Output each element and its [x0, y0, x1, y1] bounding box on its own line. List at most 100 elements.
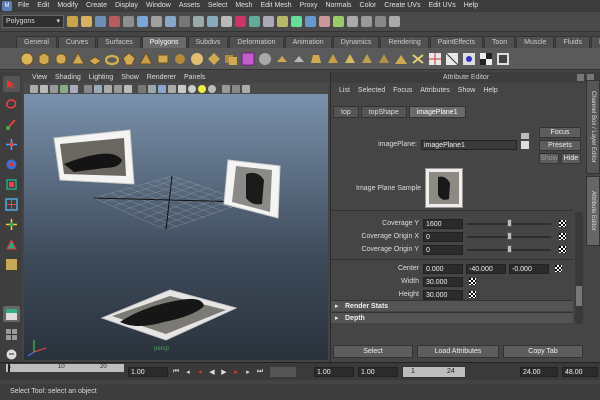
attribute-scrollbar[interactable]: [575, 212, 583, 324]
menu-help[interactable]: Help: [460, 0, 482, 12]
step-back-key-icon[interactable]: ◂: [184, 368, 192, 376]
field-chart-icon[interactable]: [124, 84, 132, 93]
width-field[interactable]: 30.000: [423, 277, 463, 287]
coverage-origin-x-field[interactable]: 0: [423, 232, 463, 242]
isolate-select-icon[interactable]: [222, 84, 230, 93]
shadows-icon[interactable]: [208, 84, 216, 93]
ae-menu-list[interactable]: List: [335, 87, 354, 94]
play-forwards-icon[interactable]: ▶: [220, 368, 228, 376]
menu-proxy[interactable]: Proxy: [296, 0, 322, 12]
layout-four-pane-icon[interactable]: [3, 326, 20, 342]
poly-bridge-icon[interactable]: [292, 52, 306, 66]
image-plane-top[interactable]: [100, 289, 238, 341]
coverage-origin-y-field[interactable]: 0: [423, 245, 463, 255]
poly-platonic-icon[interactable]: [207, 52, 221, 66]
shelf-tab-fur[interactable]: Fur: [591, 36, 600, 48]
step-back-frame-icon[interactable]: ◂: [196, 368, 204, 376]
textured-icon[interactable]: [178, 84, 186, 93]
paint-select-tool-icon[interactable]: [3, 116, 20, 132]
menu-edit-mesh[interactable]: Edit Mesh: [256, 0, 295, 12]
poly-combine-icon[interactable]: [224, 52, 238, 66]
coverage-origin-x-map-icon[interactable]: [559, 233, 566, 240]
go-to-end-icon[interactable]: ⏭: [256, 368, 264, 376]
shelf-tab-toon[interactable]: Toon: [483, 36, 516, 48]
universal-manipulator-icon[interactable]: [3, 196, 20, 212]
viewport-menu-shading[interactable]: Shading: [51, 74, 85, 81]
default-light-icon[interactable]: [198, 84, 206, 93]
camera-attributes-icon[interactable]: [40, 84, 48, 93]
menu-file[interactable]: File: [14, 0, 33, 12]
width-map-icon[interactable]: [469, 278, 476, 285]
menu-edit-uvs[interactable]: Edit UVs: [424, 0, 459, 12]
wireframe-on-shaded-icon[interactable]: [158, 84, 166, 93]
shelf-tab-dynamics[interactable]: Dynamics: [332, 36, 380, 48]
viewport-menu-lighting[interactable]: Lighting: [85, 74, 118, 81]
float-panel-icon[interactable]: [577, 74, 584, 81]
coverage-origin-y-map-icon[interactable]: [559, 246, 566, 253]
center-map-icon[interactable]: [555, 265, 562, 272]
show-button[interactable]: Show: [539, 153, 559, 164]
menu-modify[interactable]: Modify: [53, 0, 82, 12]
pick-mask-icon[interactable]: [165, 16, 176, 27]
ipr-render-icon[interactable]: [305, 16, 316, 27]
range-slider[interactable]: 1 24: [402, 366, 466, 378]
section-render-stats[interactable]: Render Stats: [331, 300, 573, 312]
poly-cylinder-icon[interactable]: [54, 52, 68, 66]
input-line-icon[interactable]: [347, 16, 358, 27]
poly-wedge-icon[interactable]: [394, 52, 408, 66]
edge-mask-icon[interactable]: [193, 16, 204, 27]
resolution-gate-icon[interactable]: [104, 84, 112, 93]
use-all-lights-icon[interactable]: [188, 84, 196, 93]
height-map-icon[interactable]: [469, 291, 476, 298]
tab-imageplane1[interactable]: imagePlane1: [408, 106, 466, 118]
menu-set-dropdown[interactable]: Polygons: [2, 15, 64, 28]
film-gate-icon[interactable]: [94, 84, 102, 93]
scale-tool-icon[interactable]: [3, 176, 20, 192]
menu-assets[interactable]: Assets: [175, 0, 204, 12]
snap-point-icon[interactable]: [249, 16, 260, 27]
poly-prism-icon[interactable]: [122, 51, 136, 66]
menu-create[interactable]: Create: [82, 0, 111, 12]
viewport-menu-renderer[interactable]: Renderer: [143, 74, 180, 81]
history-icon[interactable]: [277, 16, 288, 27]
poly-checker-icon[interactable]: [479, 52, 493, 66]
time-slider[interactable]: 1 10 20 1.00 ⏮ ◂ ◂ ◀ ▶ ▸ ▸ ⏭ 1.00 1.00 1…: [0, 362, 600, 380]
select-tool-icon[interactable]: [2, 76, 20, 92]
grid-icon[interactable]: [84, 84, 92, 93]
image-plane-icon[interactable]: [60, 84, 68, 93]
poly-paint-icon[interactable]: [462, 52, 476, 66]
poly-merge-icon[interactable]: [377, 52, 391, 66]
poly-helix-icon[interactable]: [173, 52, 187, 66]
poly-soccer-ball-icon[interactable]: [190, 52, 204, 66]
poly-cone-icon[interactable]: [71, 51, 85, 66]
select-object-icon[interactable]: [123, 16, 134, 27]
soft-modification-tool-icon[interactable]: [3, 216, 20, 232]
attribute-editor-tab[interactable]: Attribute Editor: [586, 176, 600, 246]
coverage-origin-y-slider-knob[interactable]: [507, 245, 512, 253]
go-to-output-icon[interactable]: [521, 133, 529, 139]
xray-icon[interactable]: [168, 84, 176, 93]
poly-torus-icon[interactable]: [105, 52, 119, 66]
vertex-mask-icon[interactable]: [179, 16, 190, 27]
ae-menu-selected[interactable]: Selected: [354, 87, 389, 94]
menu-create-uvs[interactable]: Create UVs: [380, 0, 424, 12]
last-tool-icon[interactable]: [3, 256, 20, 272]
poly-smooth-icon[interactable]: [258, 52, 272, 66]
ae-menu-help[interactable]: Help: [479, 87, 501, 94]
outliner-layout-icon[interactable]: [3, 346, 20, 362]
presets-button[interactable]: Presets: [539, 140, 581, 151]
tab-topshape[interactable]: topShape: [360, 106, 407, 118]
menu-mesh[interactable]: Mesh: [231, 0, 256, 12]
poly-append-icon[interactable]: [326, 52, 340, 66]
menu-edit[interactable]: Edit: [33, 0, 53, 12]
hide-button[interactable]: Hide: [561, 153, 581, 164]
shelf-tab-subdivs[interactable]: Subdivs: [187, 36, 229, 48]
show-channel-box-icon[interactable]: [361, 16, 372, 27]
poly-bevel-icon[interactable]: [309, 52, 323, 66]
go-to-input-icon[interactable]: [521, 141, 529, 149]
play-backwards-icon[interactable]: ◀: [208, 368, 216, 376]
range-end2-field[interactable]: 48.00: [562, 367, 598, 377]
height-field[interactable]: 30.000: [423, 290, 463, 300]
viewport-canvas[interactable]: persp: [24, 94, 328, 360]
maya-app-icon[interactable]: M: [2, 1, 12, 11]
